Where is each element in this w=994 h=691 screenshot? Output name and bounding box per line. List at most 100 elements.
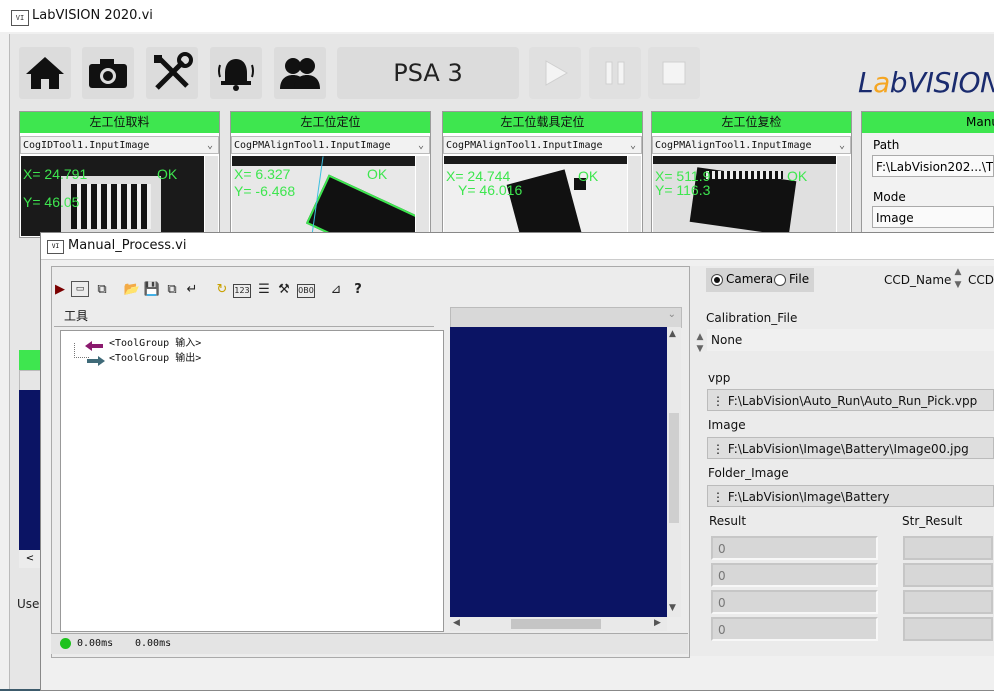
scroll-right-icon[interactable]: ▶	[654, 618, 661, 628]
copy-icon[interactable]: ⧉	[163, 281, 181, 299]
help-icon[interactable]: ?	[349, 281, 367, 299]
mode-select[interactable]: Image	[872, 206, 994, 228]
pause-button[interactable]	[589, 47, 641, 99]
list-icon[interactable]: ☰	[255, 281, 273, 299]
save-icon[interactable]: 💾	[143, 281, 161, 299]
scroll-left-icon[interactable]: <	[19, 550, 41, 568]
image-source-select[interactable]: CogPMAlignTool1.InputImage ⌄	[231, 136, 430, 154]
x-readout: X= 6.327	[234, 166, 291, 182]
image-source-select[interactable]: CogPMAlignTool1.InputImage ⌄	[652, 136, 851, 154]
str-result-field	[903, 617, 993, 641]
result-field: 0	[711, 536, 878, 560]
display-icon[interactable]: ▭	[71, 281, 89, 297]
home-button[interactable]	[19, 47, 71, 99]
scroll-down-icon[interactable]: ▼	[669, 603, 676, 613]
manual-titlebar: VI Manual_Process.vi	[41, 233, 994, 260]
ok-status: OK	[787, 168, 808, 184]
refresh-icon[interactable]: ↻	[213, 281, 231, 299]
status-indicator	[19, 350, 41, 370]
manual-settings-panel: Manu Path F:\LabVision202...\T1 Mode Ima…	[861, 111, 994, 238]
path-field[interactable]: F:\LabVision202...\T1	[872, 155, 994, 177]
run-icon[interactable]: ▶	[51, 281, 69, 299]
folder-path-field[interactable]: ⋮ F:\LabVision\Image\Battery	[707, 485, 994, 507]
str-result-field	[903, 563, 993, 587]
panel-title: 左工位载具定位	[443, 112, 642, 133]
play-button[interactable]	[529, 47, 581, 99]
settings-icon[interactable]: ⧉	[93, 281, 111, 299]
str-result-field	[903, 590, 993, 614]
panel-title: 左工位定位	[231, 112, 430, 133]
panel-scrollbar[interactable]	[205, 156, 218, 236]
reset-icon[interactable]: ↵	[183, 281, 201, 299]
pause-icon	[605, 61, 625, 85]
chevron-down-icon[interactable]: ⌄	[668, 309, 676, 320]
image-source-select[interactable]: CogIDTool1.InputImage ⌄	[20, 136, 219, 154]
calibration-stepper[interactable]: ▲ ▼	[694, 331, 706, 355]
ok-status: OK	[578, 168, 599, 184]
display-vertical-scroll-thumb[interactable]	[669, 413, 679, 523]
ccd-name-label: CCD_Name	[884, 273, 952, 287]
path-icon: ⋮	[712, 490, 728, 504]
panel-title: 左工位取料	[20, 112, 219, 133]
main-window-title: LabVISION 2020.vi	[32, 8, 153, 23]
file-radio[interactable]	[774, 274, 786, 286]
tools-button[interactable]	[146, 47, 198, 99]
image-label: Image	[708, 418, 746, 432]
panel-title: 左工位复检	[652, 112, 851, 133]
panel-scrollbar[interactable]	[628, 156, 641, 236]
scroll-left-icon[interactable]: ◀	[453, 618, 460, 628]
measure-icon[interactable]: ⊿	[327, 281, 345, 299]
tools-icon	[154, 52, 193, 90]
ccd-stepper[interactable]: ▲ ▼	[952, 266, 964, 294]
y-readout: Y= 46.016	[458, 182, 523, 198]
chevron-down-icon: ⌄	[206, 140, 213, 151]
total-time: 0.00ms	[135, 638, 172, 649]
ccd-value[interactable]: CCD	[968, 273, 994, 287]
alarm-button[interactable]	[210, 47, 262, 99]
image-source-select[interactable]: CogPMAlignTool1.InputImage ⌄	[443, 136, 642, 154]
numeric-icon[interactable]: 123	[233, 284, 251, 298]
camera-icon	[89, 59, 127, 88]
tab-tools[interactable]: 工具	[54, 306, 434, 327]
tree-item-input[interactable]: <ToolGroup 输入>	[109, 334, 201, 349]
panel-scrollbar[interactable]	[837, 156, 850, 236]
vpp-path-field[interactable]: ⋮ F:\LabVision\Auto_Run\Auto_Run_Pick.vp…	[707, 389, 994, 411]
y-readout: Y= 46.05	[23, 194, 80, 210]
tool-tree: <ToolGroup 输入> <ToolGroup 输出>	[60, 330, 444, 632]
tools-icon[interactable]: ⚒	[275, 281, 293, 299]
image-display[interactable]	[450, 327, 670, 617]
str-result-label: Str_Result	[902, 514, 963, 528]
str-result-field	[903, 536, 993, 560]
play-icon	[545, 60, 569, 86]
panel-scrollbar[interactable]	[416, 156, 429, 236]
users-button[interactable]	[274, 47, 326, 99]
calibration-label: Calibration_File	[706, 311, 798, 325]
camera-image: X= 511.9 Y= 116.3 OK	[653, 156, 836, 236]
stop-button[interactable]	[648, 47, 700, 99]
camera-radio[interactable]	[711, 274, 723, 286]
tree-item-output[interactable]: <ToolGroup 输出>	[109, 349, 201, 364]
io-icon[interactable]: 0B0	[297, 284, 315, 298]
open-folder-icon[interactable]: 📂	[123, 281, 141, 299]
display-horizontal-scroll-thumb[interactable]	[511, 619, 601, 629]
log-area	[19, 390, 41, 550]
calibration-select[interactable]: None	[707, 329, 994, 351]
run-time: 0.00ms	[77, 638, 114, 649]
users-icon	[280, 58, 320, 89]
image-path-field[interactable]: ⋮ F:\LabVision\Image\Battery\Image00.jpg	[707, 437, 994, 459]
ok-status: OK	[367, 166, 388, 182]
stop-icon	[662, 61, 686, 85]
camera-button[interactable]	[82, 47, 134, 99]
file-radio-label: File	[789, 272, 810, 286]
scroll-up-icon[interactable]: ▲	[669, 329, 676, 339]
camera-image: X= 6.327 Y= -6.468 OK	[232, 156, 415, 236]
x-readout: X= 24.791	[23, 166, 88, 182]
camera-image: X= 24.791 Y= 46.05 OK	[21, 156, 204, 236]
source-radio-group: Camera File	[706, 268, 814, 292]
y-readout: Y= -6.468	[234, 183, 296, 199]
alarm-bell-icon	[218, 59, 254, 91]
manual-window-title: Manual_Process.vi	[68, 238, 187, 253]
labview-vi-icon: VI	[11, 10, 29, 26]
chevron-down-icon: ⌄	[417, 140, 424, 151]
result-label: Result	[709, 514, 747, 528]
